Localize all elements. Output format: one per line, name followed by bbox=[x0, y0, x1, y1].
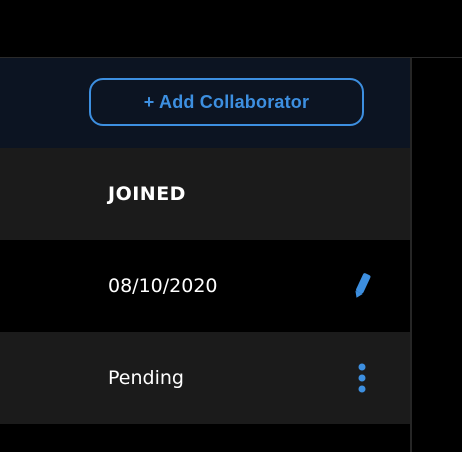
edit-button[interactable] bbox=[348, 271, 376, 301]
collaborators-panel: + Add Collaborator JOINED 08/10/2020 Pen… bbox=[0, 58, 410, 452]
table-row: Pending bbox=[0, 332, 410, 424]
panel-divider bbox=[410, 58, 412, 452]
more-vertical-icon bbox=[358, 363, 366, 393]
more-options-button[interactable] bbox=[348, 363, 376, 393]
joined-date-cell: 08/10/2020 bbox=[108, 275, 218, 297]
table-row bbox=[0, 424, 410, 452]
joined-status-cell: Pending bbox=[108, 367, 184, 389]
add-collaborator-button[interactable]: + Add Collaborator bbox=[89, 78, 364, 126]
panel-header: + Add Collaborator bbox=[0, 58, 410, 148]
column-header-joined: JOINED bbox=[108, 183, 186, 205]
top-bar bbox=[0, 0, 462, 58]
pencil-icon bbox=[355, 273, 371, 298]
table-header-row: JOINED bbox=[0, 148, 410, 240]
table-row: 08/10/2020 bbox=[0, 240, 410, 332]
